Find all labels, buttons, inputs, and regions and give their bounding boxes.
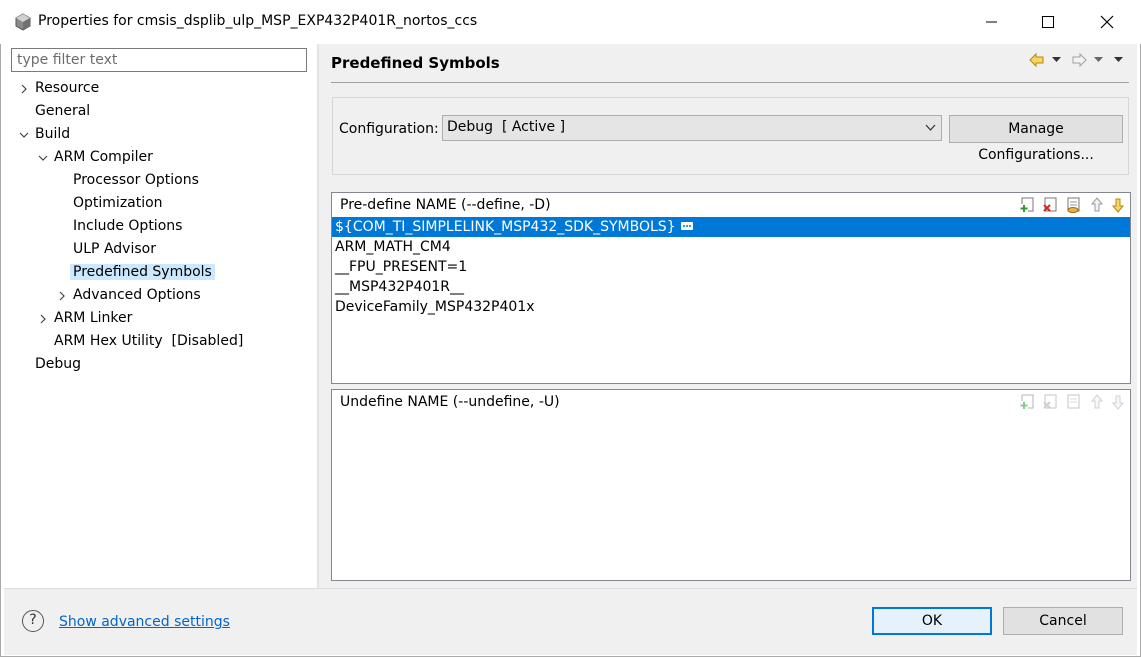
tree-item[interactable]: Build: [19, 123, 71, 145]
delete-icon[interactable]: [1042, 393, 1060, 411]
list-item[interactable]: ${COM_TI_SIMPLELINK_MSP432_SDK_SYMBOLS}: [332, 217, 1130, 237]
chevron-down-icon[interactable]: [19, 130, 29, 140]
chevron-right-icon[interactable]: [57, 291, 67, 301]
undefine-header: Undefine NAME (--undefine, -U): [340, 394, 560, 410]
list-item[interactable]: ARM_MATH_CM4: [332, 237, 1130, 257]
tree-item[interactable]: Resource: [21, 77, 100, 99]
add-icon[interactable]: [1019, 196, 1037, 214]
ok-button[interactable]: OK: [872, 607, 992, 635]
show-advanced-settings-link[interactable]: Show advanced settings: [59, 614, 230, 630]
edit-icon[interactable]: [1065, 196, 1083, 214]
list-item-text: ${COM_TI_SIMPLELINK_MSP432_SDK_SYMBOLS}: [335, 219, 676, 235]
tree-item[interactable]: Predefined Symbols: [70, 261, 215, 283]
configuration-label: Configuration:: [339, 121, 439, 137]
maximize-button[interactable]: [1019, 0, 1077, 44]
tree-item[interactable]: Debug: [35, 353, 81, 375]
edit-icon[interactable]: [1065, 393, 1083, 411]
tree-item-label: Predefined Symbols: [70, 264, 215, 280]
predefine-header: Pre-define NAME (--define, -D): [340, 197, 551, 213]
tree-item[interactable]: ARM Hex Utility [Disabled]: [54, 330, 243, 352]
view-menu-icon[interactable]: [1114, 56, 1124, 64]
page-nav-toolbar: [1028, 52, 1132, 68]
tree-item-label: Resource: [35, 80, 100, 96]
tree-item[interactable]: Advanced Options: [59, 284, 201, 306]
maximize-icon: [1042, 16, 1054, 28]
tree-item[interactable]: General: [35, 100, 90, 122]
list-item[interactable]: DeviceFamily_MSP432P401x: [332, 297, 1130, 317]
tree-item[interactable]: ULP Advisor: [73, 238, 156, 260]
predefine-toolbar: [1019, 193, 1129, 215]
list-item[interactable]: __MSP432P401R__: [332, 277, 1130, 297]
list-item-text: __FPU_PRESENT=1: [335, 259, 468, 275]
forward-arrow-icon[interactable]: [1070, 52, 1088, 68]
tree-item-label: ARM Hex Utility [Disabled]: [54, 333, 244, 349]
chevron-right-icon[interactable]: [38, 314, 48, 324]
page-title: Predefined Symbols: [331, 54, 500, 72]
add-icon[interactable]: [1019, 393, 1037, 411]
tree-item-label: Include Options: [73, 218, 183, 234]
back-arrow-icon[interactable]: [1028, 52, 1046, 68]
tree-item-label: Build: [35, 126, 71, 142]
more-icon[interactable]: [680, 222, 693, 230]
help-icon[interactable]: ?: [22, 610, 44, 632]
chevron-down-icon[interactable]: [38, 153, 48, 163]
configuration-select[interactable]: Debug [ Active ]: [442, 115, 942, 141]
list-item[interactable]: __FPU_PRESENT=1: [332, 257, 1130, 277]
chevron-down-icon: [925, 124, 936, 131]
close-icon: [1100, 15, 1114, 29]
window-title: Properties for cmsis_dsplib_ulp_MSP_EXP4…: [38, 13, 478, 29]
title-separator: [331, 82, 1129, 83]
move-up-icon[interactable]: [1088, 196, 1106, 214]
configuration-selected-value: Debug [ Active ]: [447, 119, 566, 135]
tree-item-label: General: [35, 103, 91, 119]
tree-item-label: Advanced Options: [73, 287, 201, 303]
move-down-icon[interactable]: [1109, 196, 1127, 214]
tree-item[interactable]: Optimization: [73, 192, 163, 214]
app-cube-icon: [15, 13, 31, 31]
tree-item-label: ARM Linker: [54, 310, 133, 326]
cancel-button[interactable]: Cancel: [1003, 607, 1123, 635]
move-up-icon[interactable]: [1088, 393, 1106, 411]
tree-item[interactable]: Processor Options: [73, 169, 199, 191]
list-item-text: __MSP432P401R__: [335, 279, 465, 295]
predefine-panel: Pre-define NAME (--define, -D) ${COM_TI_…: [331, 192, 1131, 384]
forward-dropdown-icon[interactable]: [1094, 56, 1104, 64]
predefine-list[interactable]: ${COM_TI_SIMPLELINK_MSP432_SDK_SYMBOLS} A…: [332, 217, 1130, 317]
chevron-right-icon[interactable]: [19, 84, 29, 94]
filter-input[interactable]: [11, 48, 307, 72]
undefine-toolbar: [1019, 390, 1129, 412]
delete-icon[interactable]: [1042, 196, 1060, 214]
undefine-panel: Undefine NAME (--undefine, -U): [331, 389, 1131, 581]
back-dropdown-icon[interactable]: [1052, 56, 1062, 64]
minimize-button[interactable]: [963, 0, 1021, 44]
tree-item-label: Optimization: [73, 195, 163, 211]
tree-item-label: ULP Advisor: [73, 241, 156, 257]
tree-item[interactable]: ARM Linker: [40, 307, 133, 329]
minimize-icon: [986, 21, 997, 23]
tree-item-label: ARM Compiler: [54, 149, 153, 165]
close-button[interactable]: [1078, 0, 1136, 44]
tree-item-label: Processor Options: [73, 172, 199, 188]
tree-item-label: Debug: [35, 356, 82, 372]
list-item-text: DeviceFamily_MSP432P401x: [335, 299, 535, 315]
list-item-text: ARM_MATH_CM4: [335, 239, 451, 255]
move-down-icon[interactable]: [1109, 393, 1127, 411]
tree-item[interactable]: Include Options: [73, 215, 182, 237]
tree-item[interactable]: ARM Compiler: [38, 146, 153, 168]
manage-configurations-button[interactable]: Manage Configurations...: [949, 115, 1123, 163]
title-bar: Properties for cmsis_dsplib_ulp_MSP_EXP4…: [0, 0, 1141, 44]
